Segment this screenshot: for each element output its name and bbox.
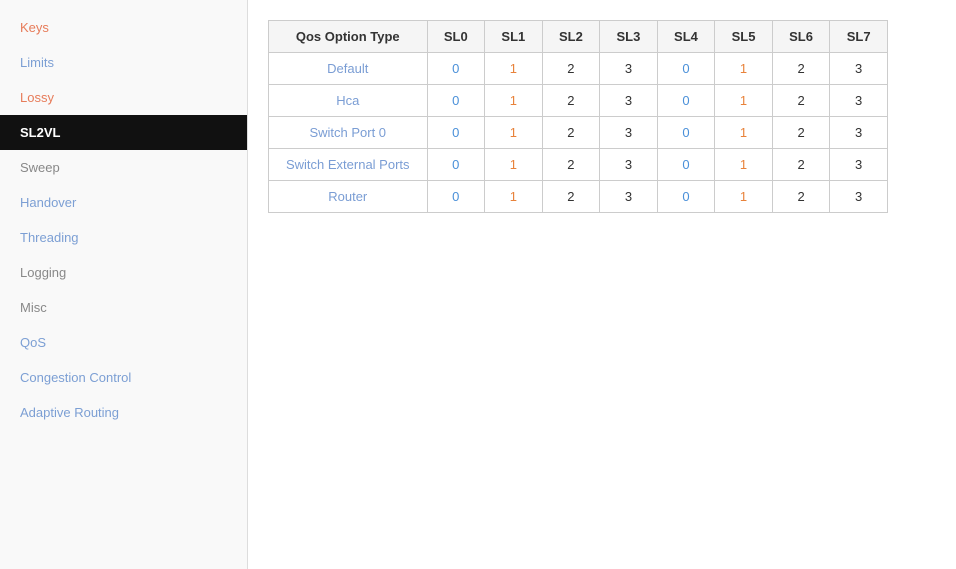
sidebar-item-logging[interactable]: Logging [0,255,247,290]
table-row: Router01230123 [269,181,888,213]
cell-r3-c3: 3 [600,149,658,181]
sidebar-item-threading[interactable]: Threading [0,220,247,255]
row-label-1: Hca [269,85,428,117]
cell-r0-c2: 2 [542,53,600,85]
cell-r1-c6: 2 [772,85,830,117]
sidebar-item-sl2vl[interactable]: SL2VL [0,115,247,150]
cell-r1-c0: 0 [427,85,485,117]
cell-r4-c0: 0 [427,181,485,213]
cell-r0-c3: 3 [600,53,658,85]
cell-r2-c6: 2 [772,117,830,149]
cell-r1-c5: 1 [715,85,773,117]
table-header-sl3: SL3 [600,21,658,53]
row-label-4: Router [269,181,428,213]
table-header-sl5: SL5 [715,21,773,53]
row-label-2: Switch Port 0 [269,117,428,149]
cell-r0-c0: 0 [427,53,485,85]
row-label-0: Default [269,53,428,85]
table-row: Hca01230123 [269,85,888,117]
cell-r3-c5: 1 [715,149,773,181]
sl2vl-table: Qos Option TypeSL0SL1SL2SL3SL4SL5SL6SL7 … [268,20,888,213]
table-header-sl7: SL7 [830,21,888,53]
cell-r0-c6: 2 [772,53,830,85]
sidebar-item-sweep[interactable]: Sweep [0,150,247,185]
cell-r4-c5: 1 [715,181,773,213]
table-header-qos-option-type: Qos Option Type [269,21,428,53]
cell-r4-c2: 2 [542,181,600,213]
cell-r4-c6: 2 [772,181,830,213]
cell-r4-c3: 3 [600,181,658,213]
cell-r2-c3: 3 [600,117,658,149]
cell-r0-c1: 1 [485,53,543,85]
cell-r2-c4: 0 [657,117,715,149]
cell-r1-c3: 3 [600,85,658,117]
table-body: Default01230123Hca01230123Switch Port 00… [269,53,888,213]
table-header-row: Qos Option TypeSL0SL1SL2SL3SL4SL5SL6SL7 [269,21,888,53]
table-header-sl0: SL0 [427,21,485,53]
cell-r4-c7: 3 [830,181,888,213]
sidebar-item-congestion[interactable]: Congestion Control [0,360,247,395]
cell-r2-c1: 1 [485,117,543,149]
table-row: Switch External Ports01230123 [269,149,888,181]
cell-r3-c6: 2 [772,149,830,181]
table-header-sl2: SL2 [542,21,600,53]
cell-r0-c4: 0 [657,53,715,85]
cell-r2-c0: 0 [427,117,485,149]
table-header-sl4: SL4 [657,21,715,53]
cell-r2-c5: 1 [715,117,773,149]
sidebar: KeysLimitsLossySL2VLSweepHandoverThreadi… [0,0,248,569]
cell-r0-c5: 1 [715,53,773,85]
cell-r3-c4: 0 [657,149,715,181]
cell-r3-c1: 1 [485,149,543,181]
cell-r1-c7: 3 [830,85,888,117]
table-header-sl6: SL6 [772,21,830,53]
cell-r3-c0: 0 [427,149,485,181]
sidebar-item-misc[interactable]: Misc [0,290,247,325]
sidebar-item-limits[interactable]: Limits [0,45,247,80]
cell-r1-c4: 0 [657,85,715,117]
table-header-sl1: SL1 [485,21,543,53]
cell-r0-c7: 3 [830,53,888,85]
row-label-3: Switch External Ports [269,149,428,181]
cell-r3-c7: 3 [830,149,888,181]
main-content: Qos Option TypeSL0SL1SL2SL3SL4SL5SL6SL7 … [248,0,956,569]
cell-r4-c4: 0 [657,181,715,213]
table-row: Default01230123 [269,53,888,85]
cell-r4-c1: 1 [485,181,543,213]
cell-r3-c2: 2 [542,149,600,181]
sidebar-item-handover[interactable]: Handover [0,185,247,220]
table-row: Switch Port 001230123 [269,117,888,149]
cell-r2-c7: 3 [830,117,888,149]
sidebar-item-adaptive[interactable]: Adaptive Routing [0,395,247,430]
sidebar-item-lossy[interactable]: Lossy [0,80,247,115]
sidebar-item-keys[interactable]: Keys [0,10,247,45]
cell-r2-c2: 2 [542,117,600,149]
cell-r1-c1: 1 [485,85,543,117]
cell-r1-c2: 2 [542,85,600,117]
sidebar-item-qos[interactable]: QoS [0,325,247,360]
